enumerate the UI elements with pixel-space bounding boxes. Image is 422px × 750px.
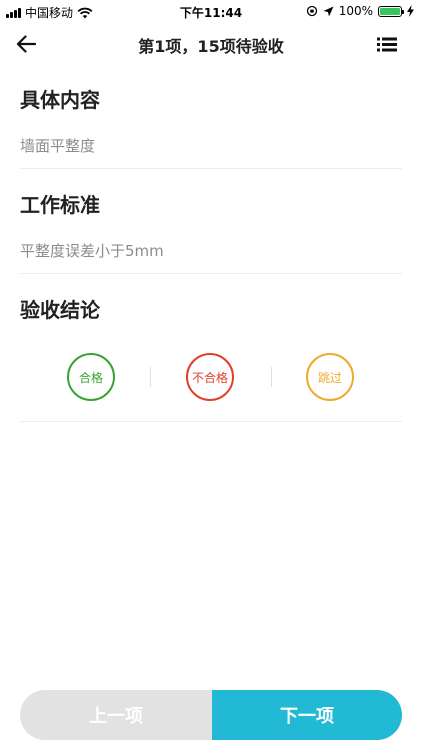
back-button[interactable] — [12, 30, 40, 58]
battery-fill — [380, 7, 400, 15]
nav-bar: 第1项，15项待验收 — [0, 22, 422, 66]
battery-icon — [378, 5, 404, 17]
standard-label: 工作标准 — [20, 193, 100, 217]
status-bar: 中国移动 下午11:44 100% — [0, 0, 422, 22]
standard-section: 工作标准 平整度误差小于5mm — [20, 169, 402, 274]
content-section: 具体内容 墙面平整度 — [20, 66, 402, 169]
list-button[interactable] — [374, 32, 400, 56]
orientation-lock-icon — [306, 5, 317, 17]
prev-item-button[interactable]: 上一项 — [20, 690, 212, 740]
pass-option[interactable]: 合格 — [67, 353, 115, 401]
option-separator — [271, 367, 272, 387]
standard-value: 平整度误差小于5mm — [20, 242, 164, 260]
arrow-left-icon — [16, 35, 36, 53]
bottom-action-bar: 上一项 下一项 — [20, 690, 402, 740]
conclusion-options: 合格 不合格 跳过 — [20, 337, 402, 421]
battery-percent: 100% — [338, 4, 373, 18]
content-value: 墙面平整度 — [20, 137, 96, 155]
content-label: 具体内容 — [20, 88, 100, 112]
conclusion-label: 验收结论 — [20, 298, 100, 322]
fail-option[interactable]: 不合格 — [186, 353, 234, 401]
page-title: 第1项，15项待验收 — [138, 37, 284, 56]
inspection-detail: 具体内容 墙面平整度 工作标准 平整度误差小于5mm 验收结论 合格 不合格 跳… — [20, 66, 402, 422]
status-right: 100% — [306, 4, 414, 18]
skip-option[interactable]: 跳过 — [306, 353, 354, 401]
divider — [20, 421, 402, 422]
option-separator — [150, 367, 151, 387]
list-icon — [377, 37, 397, 51]
charging-icon — [407, 5, 414, 17]
location-icon — [323, 6, 334, 16]
next-item-button[interactable]: 下一项 — [212, 690, 402, 740]
conclusion-section: 验收结论 合格 不合格 跳过 — [20, 274, 402, 422]
